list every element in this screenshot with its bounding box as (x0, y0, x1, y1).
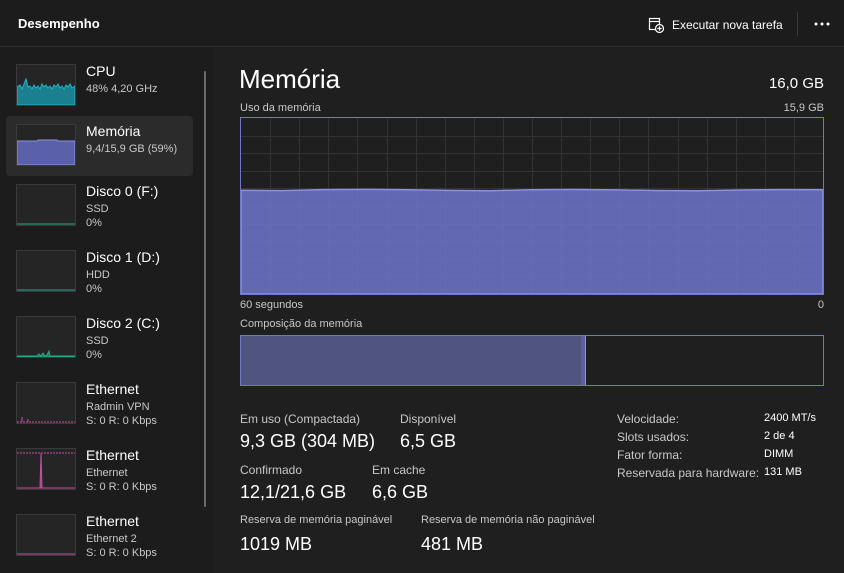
run-task-label: Executar nova tarefa (672, 18, 783, 32)
paged-pool-label: Reserva de memória paginável (240, 514, 393, 526)
hardware-reserved-key: Reservada para hardware: (617, 466, 760, 480)
sidebar-item-throughput: S: 0 R: 0 Kbps (86, 481, 157, 493)
available-label: Disponível (400, 412, 457, 426)
ethernet-thumbnail (16, 448, 76, 490)
memory-thumbnail (16, 124, 76, 166)
in-use-label: Em uso (Compactada) (240, 412, 361, 426)
sidebar-item-usage: 0% (86, 217, 102, 229)
run-new-task-button[interactable]: Executar nova tarefa (648, 15, 783, 35)
sidebar-item-name: Memória (86, 123, 141, 139)
memory-composition-bar (240, 335, 824, 386)
form-factor-value: DIMM (764, 448, 794, 460)
sidebar-scrollbar[interactable] (204, 71, 206, 507)
performance-sidebar: CPU 48% 4,20 GHz Memória 9,4/15,9 GB (59… (0, 48, 213, 573)
memory-detail-panel: Memória 16,0 GB Uso da memória 15,9 GB 6… (213, 48, 844, 573)
graph-time-axis-end: 0 (817, 299, 824, 311)
memory-total: 16,0 GB (768, 75, 824, 92)
memory-composition-label: Composição da memória (240, 318, 363, 330)
sidebar-item-adapter: Ethernet 2 (86, 533, 137, 545)
sidebar-item-name: Ethernet (86, 513, 139, 529)
cpu-thumbnail (16, 64, 76, 106)
sidebar-item-name: Disco 0 (F:) (86, 183, 159, 199)
sidebar-item-type: HDD (86, 269, 110, 281)
sidebar-item-ethernet[interactable]: Ethernet Ethernet S: 0 R: 0 Kbps (6, 440, 193, 500)
composition-modified-segment (581, 336, 586, 385)
sidebar-item-detail: 48% 4,20 GHz (86, 83, 158, 95)
cached-label: Em cache (372, 463, 426, 477)
sidebar-item-ethernet-2[interactable]: Ethernet Ethernet 2 S: 0 R: 0 Kbps (6, 506, 193, 566)
disk-1-thumbnail (16, 250, 76, 292)
sidebar-item-disk-2[interactable]: Disco 2 (C:) SSD 0% (6, 308, 193, 368)
sidebar-item-throughput: S: 0 R: 0 Kbps (86, 415, 157, 427)
sidebar-item-detail: 9,4/15,9 GB (59%) (86, 143, 178, 155)
sidebar-item-cpu[interactable]: CPU 48% 4,20 GHz (6, 56, 193, 116)
committed-label: Confirmado (240, 463, 303, 477)
sidebar-item-adapter: Ethernet (86, 467, 128, 479)
sidebar-item-name: Disco 2 (C:) (86, 315, 160, 331)
disk-0-thumbnail (16, 184, 76, 226)
cached-value: 6,6 GB (372, 482, 429, 502)
disk-2-thumbnail (16, 316, 76, 358)
sidebar-item-ethernet-radmin[interactable]: Ethernet Radmin VPN S: 0 R: 0 Kbps (6, 374, 193, 434)
sidebar-item-type: SSD (86, 203, 109, 215)
available-value: 6,5 GB (400, 431, 457, 451)
ethernet-2-thumbnail (16, 514, 76, 556)
more-icon (814, 22, 830, 26)
slots-value: 2 de 4 (764, 430, 795, 442)
sidebar-item-memory[interactable]: Memória 9,4/15,9 GB (59%) (6, 116, 193, 176)
run-task-icon (648, 17, 664, 33)
sidebar-item-disk-0[interactable]: Disco 0 (F:) SSD 0% (6, 176, 193, 236)
sidebar-item-usage: 0% (86, 349, 102, 361)
memory-usage-graph-label: Uso da memória (240, 102, 321, 114)
sidebar-item-name: Disco 1 (D:) (86, 249, 160, 265)
sidebar-item-adapter: Radmin VPN (86, 401, 150, 413)
more-options-button[interactable] (810, 14, 834, 34)
sidebar-item-name: Ethernet (86, 381, 139, 397)
memory-usage-graph-max: 15,9 GB (783, 102, 824, 114)
speed-value: 2400 MT/s (764, 412, 816, 424)
sidebar-item-usage: 0% (86, 283, 102, 295)
slots-key: Slots usados: (617, 430, 690, 444)
in-use-value: 9,3 GB (304 MB) (240, 431, 376, 451)
ethernet-radmin-thumbnail (16, 382, 76, 424)
sidebar-item-name: CPU (86, 63, 116, 79)
nonpaged-pool-value: 481 MB (421, 534, 484, 554)
app-title: Desempenho (18, 16, 100, 31)
speed-key: Velocidade: (617, 412, 680, 426)
hardware-reserved-value: 131 MB (764, 466, 802, 478)
sidebar-item-throughput: S: 0 R: 0 Kbps (86, 547, 157, 559)
toolbar-divider (797, 12, 798, 36)
sidebar-item-type: SSD (86, 335, 109, 347)
page-title: Memória (239, 64, 341, 94)
title-bar: Desempenho Executar nova tarefa (0, 0, 844, 47)
nonpaged-pool-label: Reserva de memória não paginável (421, 514, 595, 526)
memory-usage-graph (240, 117, 824, 295)
graph-time-axis-start: 60 segundos (240, 299, 303, 311)
sidebar-item-name: Ethernet (86, 447, 139, 463)
sidebar-item-disk-1[interactable]: Disco 1 (D:) HDD 0% (6, 242, 193, 302)
form-factor-key: Fator forma: (617, 448, 683, 462)
memory-usage-area (241, 188, 823, 294)
committed-value: 12,1/21,6 GB (240, 482, 347, 502)
paged-pool-value: 1019 MB (240, 534, 313, 554)
composition-in-use-segment (241, 336, 581, 385)
